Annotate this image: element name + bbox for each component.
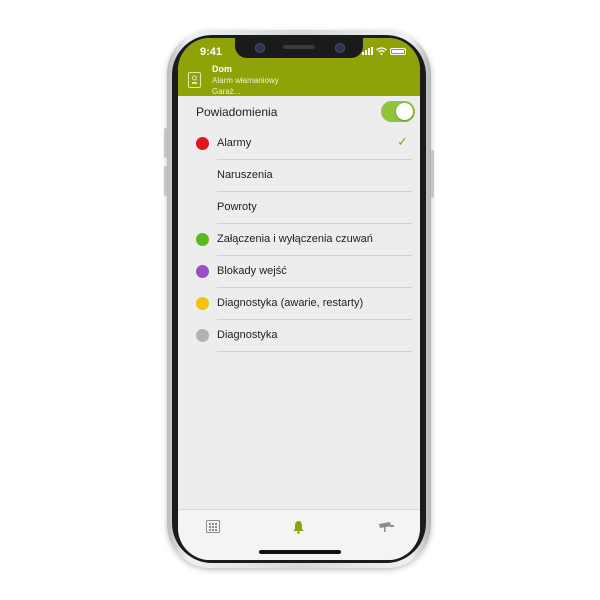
volume-up-button xyxy=(164,128,167,158)
camera-tab[interactable] xyxy=(378,520,394,534)
green-dot-icon xyxy=(196,233,209,246)
front-camera-icon xyxy=(335,43,345,53)
volume-down-button xyxy=(164,166,167,196)
speaker-icon xyxy=(283,45,315,49)
battery-icon xyxy=(390,47,406,55)
list-item-label: Blokady wejść xyxy=(217,265,287,277)
wifi-icon xyxy=(376,47,387,55)
notifications-label: Powiadomienia xyxy=(196,105,278,119)
notifications-tab[interactable] xyxy=(292,520,308,534)
list-item-label: Diagnostyka (awarie, restarty) xyxy=(217,297,364,309)
notifications-toggle[interactable] xyxy=(381,101,415,122)
app-screen: 9:41 Dom Alarm włamaniowy Garaż... Powia… xyxy=(178,38,420,560)
camera-icon xyxy=(379,522,394,532)
list-item-label: Diagnostyka xyxy=(217,329,278,341)
status-icons xyxy=(362,47,406,55)
gray-dot-icon xyxy=(196,329,209,342)
list-item-diagnostyka-awarie[interactable]: Diagnostyka (awarie, restarty) xyxy=(178,288,420,320)
status-time: 9:41 xyxy=(200,46,223,58)
list-item-diagnostyka[interactable]: Diagnostyka xyxy=(178,320,420,352)
keypad-tab[interactable] xyxy=(206,520,222,534)
purple-dot-icon xyxy=(196,265,209,278)
keypad-icon xyxy=(206,520,220,533)
app-header: 9:41 Dom Alarm włamaniowy Garaż... xyxy=(178,38,420,96)
bell-icon xyxy=(293,521,304,534)
header-subtitle: Alarm włamaniowy xyxy=(212,76,279,85)
list-item-powroty[interactable]: Powroty xyxy=(178,192,420,224)
divider xyxy=(217,351,412,352)
home-device-icon xyxy=(188,72,201,88)
red-dot-icon xyxy=(196,137,209,150)
list-item-label: Alarmy xyxy=(217,137,252,149)
notification-types-list: Alarmy ✓ Naruszenia Powroty Załączenia i… xyxy=(178,128,420,352)
yellow-dot-icon xyxy=(196,297,209,310)
list-item-alarmy[interactable]: Alarmy ✓ xyxy=(178,128,420,160)
notifications-row: Powiadomienia xyxy=(178,98,420,126)
sensor-icon xyxy=(255,43,265,53)
home-indicator[interactable] xyxy=(259,550,341,554)
notch xyxy=(235,38,363,58)
header-subtitle-2: Garaż... xyxy=(212,87,241,96)
power-button xyxy=(431,150,434,198)
list-item-naruszenia[interactable]: Naruszenia xyxy=(178,160,420,192)
list-item-label: Powroty xyxy=(217,201,257,213)
checkmark-icon: ✓ xyxy=(397,134,408,149)
tab-bar xyxy=(178,509,420,560)
toggle-knob xyxy=(396,103,413,120)
signal-icon xyxy=(362,47,373,55)
list-item-zalaczenia[interactable]: Załączenia i wyłączenia czuwań xyxy=(178,224,420,256)
header-title: Dom xyxy=(212,64,232,74)
list-item-label: Naruszenia xyxy=(217,169,273,181)
list-item-blokady[interactable]: Blokady wejść xyxy=(178,256,420,288)
title-block: Dom Alarm włamaniowy Garaż... xyxy=(212,64,279,97)
list-item-label: Załączenia i wyłączenia czuwań xyxy=(217,233,373,245)
